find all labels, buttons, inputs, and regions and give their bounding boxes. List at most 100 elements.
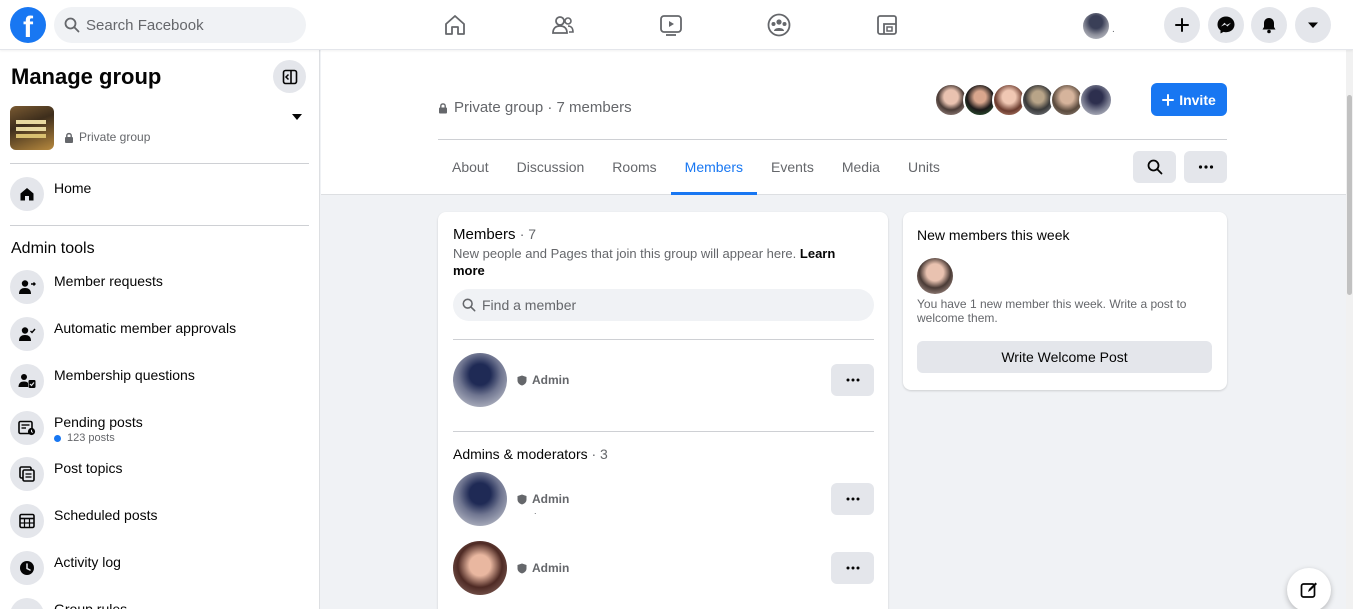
sidebar-item-automatic-member-approvals[interactable]: Automatic member approvals xyxy=(10,317,310,357)
group-privacy-text: Private group xyxy=(79,130,151,144)
lock-icon xyxy=(439,102,447,113)
search-input[interactable] xyxy=(86,16,296,34)
list-item: Admin xyxy=(453,353,874,409)
scrollbar-thumb[interactable] xyxy=(1347,95,1352,295)
member-avatar-stack[interactable] xyxy=(934,83,1113,117)
tab-rooms[interactable]: Rooms xyxy=(598,140,670,194)
profile-name[interactable]: . xyxy=(1112,24,1115,35)
sidebar-item-member-requests[interactable]: Member requests xyxy=(10,270,310,310)
sidebar-item-label: Post topics xyxy=(54,460,123,476)
lock-icon xyxy=(65,132,73,143)
messenger-icon xyxy=(1217,16,1235,34)
admins-heading: Admins & moderators xyxy=(453,446,588,462)
sidebar-item-label: Group rules xyxy=(54,601,128,609)
group-search-button[interactable] xyxy=(1133,151,1176,183)
messenger-button[interactable] xyxy=(1208,7,1244,43)
member-requests-icon xyxy=(10,270,44,304)
groups-icon[interactable] xyxy=(766,12,792,38)
more-options-icon xyxy=(846,566,859,570)
invite-button[interactable]: Invite xyxy=(1151,83,1227,116)
sidebar-item-pending-posts[interactable]: Pending posts 123 posts xyxy=(10,411,310,451)
members-card: Members · 7 New people and Pages that jo… xyxy=(438,212,888,609)
avatar[interactable] xyxy=(453,353,507,407)
tab-members[interactable]: Members xyxy=(670,140,758,195)
gaming-icon[interactable] xyxy=(874,12,900,38)
sidebar-item-group-rules[interactable]: Group rules xyxy=(10,598,310,609)
sidebar-item-label: Scheduled posts xyxy=(54,507,158,523)
group-cover-thumbnail[interactable] xyxy=(10,106,54,150)
group-privacy-label: Private group xyxy=(64,130,150,144)
home-icon xyxy=(10,177,44,211)
collapse-panel-icon xyxy=(282,69,297,84)
group-privacy-summary-text: Private group · 7 members xyxy=(454,99,632,116)
admins-count: · 3 xyxy=(591,446,608,462)
compose-icon xyxy=(1300,582,1317,598)
create-button[interactable] xyxy=(1164,7,1200,43)
card-divider xyxy=(453,339,874,340)
group-rules-icon xyxy=(10,598,44,609)
search-bar[interactable] xyxy=(54,7,306,43)
auto-approvals-icon xyxy=(10,317,44,351)
notifications-button[interactable] xyxy=(1251,7,1287,43)
facebook-logo-icon[interactable]: f xyxy=(10,7,46,43)
sidebar-item-activity-log[interactable]: Activity log xyxy=(10,551,310,591)
members-count: · 7 xyxy=(519,226,537,242)
member-role-text: Admin xyxy=(532,373,570,387)
member-options-button[interactable] xyxy=(831,552,874,584)
tab-discussion[interactable]: Discussion xyxy=(503,140,599,194)
friends-icon[interactable] xyxy=(550,12,576,38)
list-item: Admin xyxy=(453,541,874,597)
chevron-down-icon xyxy=(1308,22,1318,28)
shield-icon xyxy=(517,563,527,573)
unread-dot xyxy=(54,434,61,442)
find-member-input[interactable] xyxy=(482,297,862,313)
scheduled-posts-icon xyxy=(10,504,44,538)
new-message-button[interactable] xyxy=(1287,568,1331,609)
more-options-icon xyxy=(1198,165,1213,169)
sidebar-item-membership-questions[interactable]: Membership questions xyxy=(10,364,310,404)
more-options-icon xyxy=(846,378,859,382)
tab-events[interactable]: Events xyxy=(757,140,828,194)
sidebar-divider xyxy=(10,225,309,226)
members-description-text: New people and Pages that join this grou… xyxy=(453,246,797,261)
pending-posts-icon xyxy=(10,411,44,445)
member-role: Admin xyxy=(517,492,569,506)
group-tabs: About Discussion Rooms Members Events Me… xyxy=(438,140,954,195)
watch-icon[interactable] xyxy=(658,12,684,38)
avatar[interactable] xyxy=(453,541,507,595)
sidebar-item-scheduled-posts[interactable]: Scheduled posts xyxy=(10,504,310,544)
plus-icon xyxy=(1162,93,1175,106)
tab-units[interactable]: Units xyxy=(894,140,954,194)
avatar[interactable] xyxy=(453,472,507,526)
sidebar-title: Manage group xyxy=(11,64,162,89)
sidebar-item-home[interactable]: Home xyxy=(10,177,310,217)
find-member-search[interactable] xyxy=(453,289,874,321)
tab-media[interactable]: Media xyxy=(828,140,894,194)
activity-log-icon xyxy=(10,551,44,585)
collapse-sidebar-button[interactable] xyxy=(273,60,306,93)
sidebar-item-label: Automatic member approvals xyxy=(54,320,237,336)
page-scrollbar[interactable] xyxy=(1346,50,1353,609)
avatar[interactable] xyxy=(917,258,953,294)
search-icon xyxy=(64,17,80,33)
home-icon[interactable] xyxy=(442,12,468,38)
tab-about[interactable]: About xyxy=(438,140,503,194)
profile-avatar[interactable] xyxy=(1083,13,1109,39)
sidebar-item-label: Member requests xyxy=(54,273,163,289)
member-options-button[interactable] xyxy=(831,483,874,515)
manage-group-sidebar: Manage group Private group Home Admin to… xyxy=(0,50,320,609)
group-switcher-caret-icon[interactable] xyxy=(290,112,304,122)
members-card-title: Members · 7 xyxy=(453,226,536,243)
group-more-button[interactable] xyxy=(1184,151,1227,183)
pending-posts-count: 123 posts xyxy=(54,432,115,444)
post-topics-icon xyxy=(10,457,44,491)
member-options-button[interactable] xyxy=(831,364,874,396)
member-role: Admin xyxy=(517,373,569,387)
avatar[interactable] xyxy=(1079,83,1113,117)
new-members-card: New members this week You have 1 new mem… xyxy=(903,212,1227,390)
account-menu-button[interactable] xyxy=(1295,7,1331,43)
sidebar-item-post-topics[interactable]: Post topics xyxy=(10,457,310,497)
group-privacy-summary: Private group · 7 members xyxy=(438,99,632,116)
member-role-text: Admin xyxy=(532,492,570,506)
write-welcome-post-button[interactable]: Write Welcome Post xyxy=(917,341,1212,373)
